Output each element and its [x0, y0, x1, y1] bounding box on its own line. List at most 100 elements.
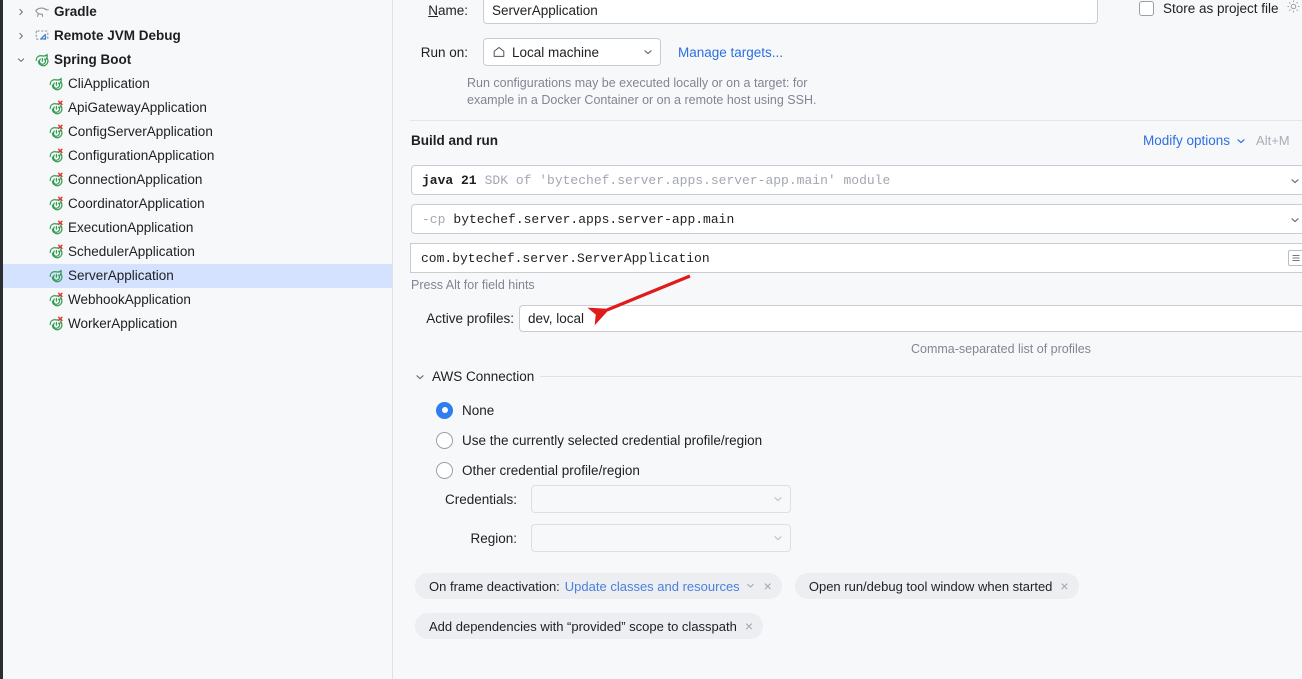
- spring-leaf-icon: [47, 99, 65, 117]
- radio-label: Other credential profile/region: [462, 463, 640, 478]
- active-profiles-label: Active profiles:: [411, 311, 514, 326]
- gear-icon[interactable]: [1286, 0, 1301, 17]
- chevron-down-icon[interactable]: [13, 52, 29, 68]
- chevron-down-icon[interactable]: [772, 532, 784, 544]
- section-rule: [540, 376, 1302, 377]
- radio-button[interactable]: [436, 432, 453, 449]
- modify-options-link[interactable]: Modify options: [1143, 133, 1230, 148]
- close-icon[interactable]: ×: [1060, 579, 1068, 593]
- credentials-select[interactable]: [531, 485, 791, 513]
- gradle-elephant-icon: [33, 3, 51, 21]
- tree-item-label: ExecutionApplication: [68, 220, 193, 236]
- chevron-down-icon[interactable]: [414, 371, 426, 383]
- run-on-label: Run on:: [410, 45, 468, 60]
- tree-item-label: SchedulerApplication: [68, 244, 195, 260]
- chevron-down-icon[interactable]: [745, 579, 756, 594]
- close-icon[interactable]: ×: [745, 619, 753, 633]
- spring-leaf-icon: [47, 315, 65, 333]
- radio-button[interactable]: [436, 462, 453, 479]
- spring-leaf-icon: [47, 219, 65, 237]
- tree-item-configserverapplication[interactable]: ConfigServerApplication: [3, 120, 392, 144]
- tree-item-label: ConfigurationApplication: [68, 148, 214, 164]
- radio-label: Use the currently selected credential pr…: [462, 433, 762, 448]
- tree-item-webhookapplication[interactable]: WebhookApplication: [3, 288, 392, 312]
- chip-label: On frame deactivation:: [429, 579, 560, 594]
- aws-connection-section-header[interactable]: AWS Connection: [414, 369, 1302, 384]
- name-input[interactable]: ServerApplication: [483, 0, 1098, 24]
- chevron-down-icon[interactable]: [1289, 175, 1301, 187]
- store-as-project-file-row[interactable]: Store as project file: [1139, 0, 1301, 17]
- tree-item-apigatewayapplication[interactable]: ApiGatewayApplication: [3, 96, 392, 120]
- store-as-project-file-label: Store as project file: [1163, 1, 1279, 16]
- modify-options-shortcut: Alt+M: [1256, 133, 1290, 148]
- jdk-select[interactable]: java 21 SDK of 'bytechef.server.apps.ser…: [411, 165, 1302, 195]
- run-on-hint-line2: example in a Docker Container or on a re…: [467, 92, 1167, 109]
- store-as-project-file-checkbox[interactable]: [1139, 1, 1154, 16]
- radio-button[interactable]: [436, 402, 453, 419]
- tree-item-label: ServerApplication: [68, 268, 174, 284]
- browse-main-class-icon[interactable]: [1288, 250, 1302, 266]
- chevron-right-icon[interactable]: [13, 4, 29, 20]
- spring-leaf-icon: [47, 267, 65, 285]
- option-chip[interactable]: Add dependencies with “provided” scope t…: [415, 613, 763, 639]
- spring-leaf-icon: [47, 171, 65, 189]
- tree-item-schedulerapplication[interactable]: SchedulerApplication: [3, 240, 392, 264]
- aws-radio-other-credential-profile-reg[interactable]: Other credential profile/region: [436, 455, 762, 485]
- chip-label: Open run/debug tool window when started: [809, 579, 1053, 594]
- manage-targets-link[interactable]: Manage targets...: [678, 45, 783, 60]
- tree-item-coordinatorapplication[interactable]: CoordinatorApplication: [3, 192, 392, 216]
- section-divider: [410, 120, 1302, 121]
- credentials-row: Credentials:: [431, 485, 791, 513]
- name-input-value: ServerApplication: [492, 3, 598, 18]
- spring-leaf-icon: [33, 51, 51, 69]
- run-on-select[interactable]: Local machine: [483, 38, 661, 66]
- chevron-down-icon[interactable]: [1289, 214, 1301, 226]
- classpath-select[interactable]: -cp bytechef.server.apps.server-app.main: [411, 204, 1302, 234]
- main-class-value: com.bytechef.server.ServerApplication: [421, 251, 710, 266]
- tree-item-serverapplication[interactable]: ServerApplication: [3, 264, 392, 288]
- tree-item-label: CliApplication: [68, 76, 150, 92]
- chip-label: Add dependencies with “provided” scope t…: [429, 619, 737, 634]
- run-on-hint: Run configurations may be executed local…: [467, 75, 1167, 109]
- chevron-down-icon[interactable]: [772, 493, 784, 505]
- tree-item-label: Remote JVM Debug: [54, 28, 181, 44]
- chip-value-link[interactable]: Update classes and resources: [565, 579, 740, 594]
- active-profiles-row: Active profiles: dev, local: [411, 305, 1302, 332]
- modify-options-row[interactable]: Modify options Alt+M: [1143, 133, 1290, 148]
- tree-item-configurationapplication[interactable]: ConfigurationApplication: [3, 144, 392, 168]
- spring-leaf-icon: [47, 243, 65, 261]
- main-class-input[interactable]: com.bytechef.server.ServerApplication: [410, 243, 1302, 273]
- chevron-down-icon: [642, 46, 654, 58]
- close-icon[interactable]: ×: [764, 579, 772, 593]
- region-row: Region:: [431, 524, 791, 552]
- tree-item-spring-boot[interactable]: Spring Boot: [3, 48, 392, 72]
- jdk-suffix: SDK of 'bytechef.server.apps.server-app.…: [485, 173, 891, 188]
- tree-item-remote-jvm-debug[interactable]: Remote JVM Debug: [3, 24, 392, 48]
- tree-item-gradle[interactable]: Gradle: [3, 0, 392, 24]
- run-configurations-tree[interactable]: Gradle Remote JVM Debug Spring Boot CliAppl…: [3, 0, 393, 679]
- tree-item-connectionapplication[interactable]: ConnectionApplication: [3, 168, 392, 192]
- build-and-run-title: Build and run: [411, 133, 498, 148]
- tree-item-label: WebhookApplication: [68, 292, 191, 308]
- tree-item-label: ConfigServerApplication: [68, 124, 213, 140]
- active-profiles-hint: Comma-separated list of profiles: [911, 341, 1091, 358]
- tree-item-cliapplication[interactable]: CliApplication: [3, 72, 392, 96]
- option-chip[interactable]: Open run/debug tool window when started ×: [795, 573, 1079, 599]
- region-select[interactable]: [531, 524, 791, 552]
- tree-item-label: ApiGatewayApplication: [68, 100, 207, 116]
- chevron-right-icon[interactable]: [13, 28, 29, 44]
- remote-debug-icon: [33, 27, 51, 45]
- credentials-label: Credentials:: [431, 492, 517, 507]
- tree-item-executionapplication[interactable]: ExecutionApplication: [3, 216, 392, 240]
- tree-item-workerapplication[interactable]: WorkerApplication: [3, 312, 392, 336]
- tree-item-label: ConnectionApplication: [68, 172, 202, 188]
- option-chip[interactable]: On frame deactivation: Update classes and…: [415, 573, 782, 599]
- aws-radio-none[interactable]: None: [436, 395, 762, 425]
- chevron-down-icon[interactable]: [1235, 135, 1247, 147]
- active-profiles-value: dev, local: [528, 311, 584, 326]
- classpath-flag: -cp: [422, 212, 445, 227]
- spring-leaf-icon: [47, 75, 65, 93]
- aws-connection-label: AWS Connection: [432, 369, 534, 384]
- aws-radio-use-the-currently-selected-c[interactable]: Use the currently selected credential pr…: [436, 425, 762, 455]
- active-profiles-input[interactable]: dev, local: [519, 305, 1302, 332]
